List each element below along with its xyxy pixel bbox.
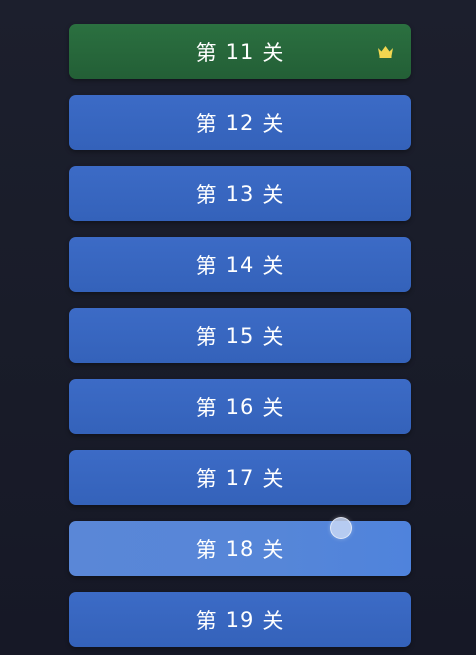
level-13-button[interactable]: 第 13 关 [69, 166, 411, 221]
level-number: 12 [225, 110, 255, 135]
level-label: 第 12 关 [196, 108, 285, 138]
level-suffix: 关 [262, 253, 285, 278]
level-prefix: 第 [195, 395, 218, 420]
level-19-button[interactable]: 第 19 关 [69, 592, 411, 647]
level-prefix: 第 [195, 182, 218, 207]
level-label: 第 13 关 [196, 179, 285, 209]
level-suffix: 关 [262, 40, 285, 65]
level-prefix: 第 [195, 537, 218, 562]
level-suffix: 关 [262, 111, 285, 136]
level-suffix: 关 [262, 182, 285, 207]
level-label: 第 19 关 [196, 605, 285, 635]
level-number: 17 [225, 465, 255, 490]
level-16-button[interactable]: 第 16 关 [69, 379, 411, 434]
level-prefix: 第 [195, 111, 218, 136]
level-prefix: 第 [195, 40, 218, 65]
level-suffix: 关 [262, 395, 285, 420]
level-number: 19 [225, 607, 255, 632]
level-14-button[interactable]: 第 14 关 [69, 237, 411, 292]
level-prefix: 第 [195, 466, 218, 491]
level-prefix: 第 [195, 324, 218, 349]
level-17-button[interactable]: 第 17 关 [69, 450, 411, 505]
level-list: 第 11 关 第 12 关 第 13 关 第 14 关 第 15 关 第 16 … [69, 24, 411, 655]
level-suffix: 关 [262, 608, 285, 633]
level-number: 16 [225, 394, 255, 419]
level-label: 第 11 关 [196, 37, 285, 67]
level-suffix: 关 [262, 466, 285, 491]
level-number: 15 [225, 323, 255, 348]
level-suffix: 关 [262, 324, 285, 349]
level-suffix: 关 [262, 537, 285, 562]
level-11-button[interactable]: 第 11 关 [69, 24, 411, 79]
level-18-button[interactable]: 第 18 关 [69, 521, 411, 576]
level-15-button[interactable]: 第 15 关 [69, 308, 411, 363]
level-number: 18 [225, 536, 255, 561]
level-label: 第 17 关 [196, 463, 285, 493]
level-number: 13 [225, 181, 255, 206]
level-label: 第 16 关 [196, 392, 285, 422]
level-prefix: 第 [195, 608, 218, 633]
level-12-button[interactable]: 第 12 关 [69, 95, 411, 150]
level-number: 14 [225, 252, 255, 277]
level-label: 第 15 关 [196, 321, 285, 351]
level-number: 11 [225, 39, 255, 64]
crown-icon [378, 46, 393, 58]
touch-cursor [330, 517, 352, 539]
level-prefix: 第 [195, 253, 218, 278]
level-label: 第 14 关 [196, 250, 285, 280]
level-label: 第 18 关 [196, 534, 285, 564]
